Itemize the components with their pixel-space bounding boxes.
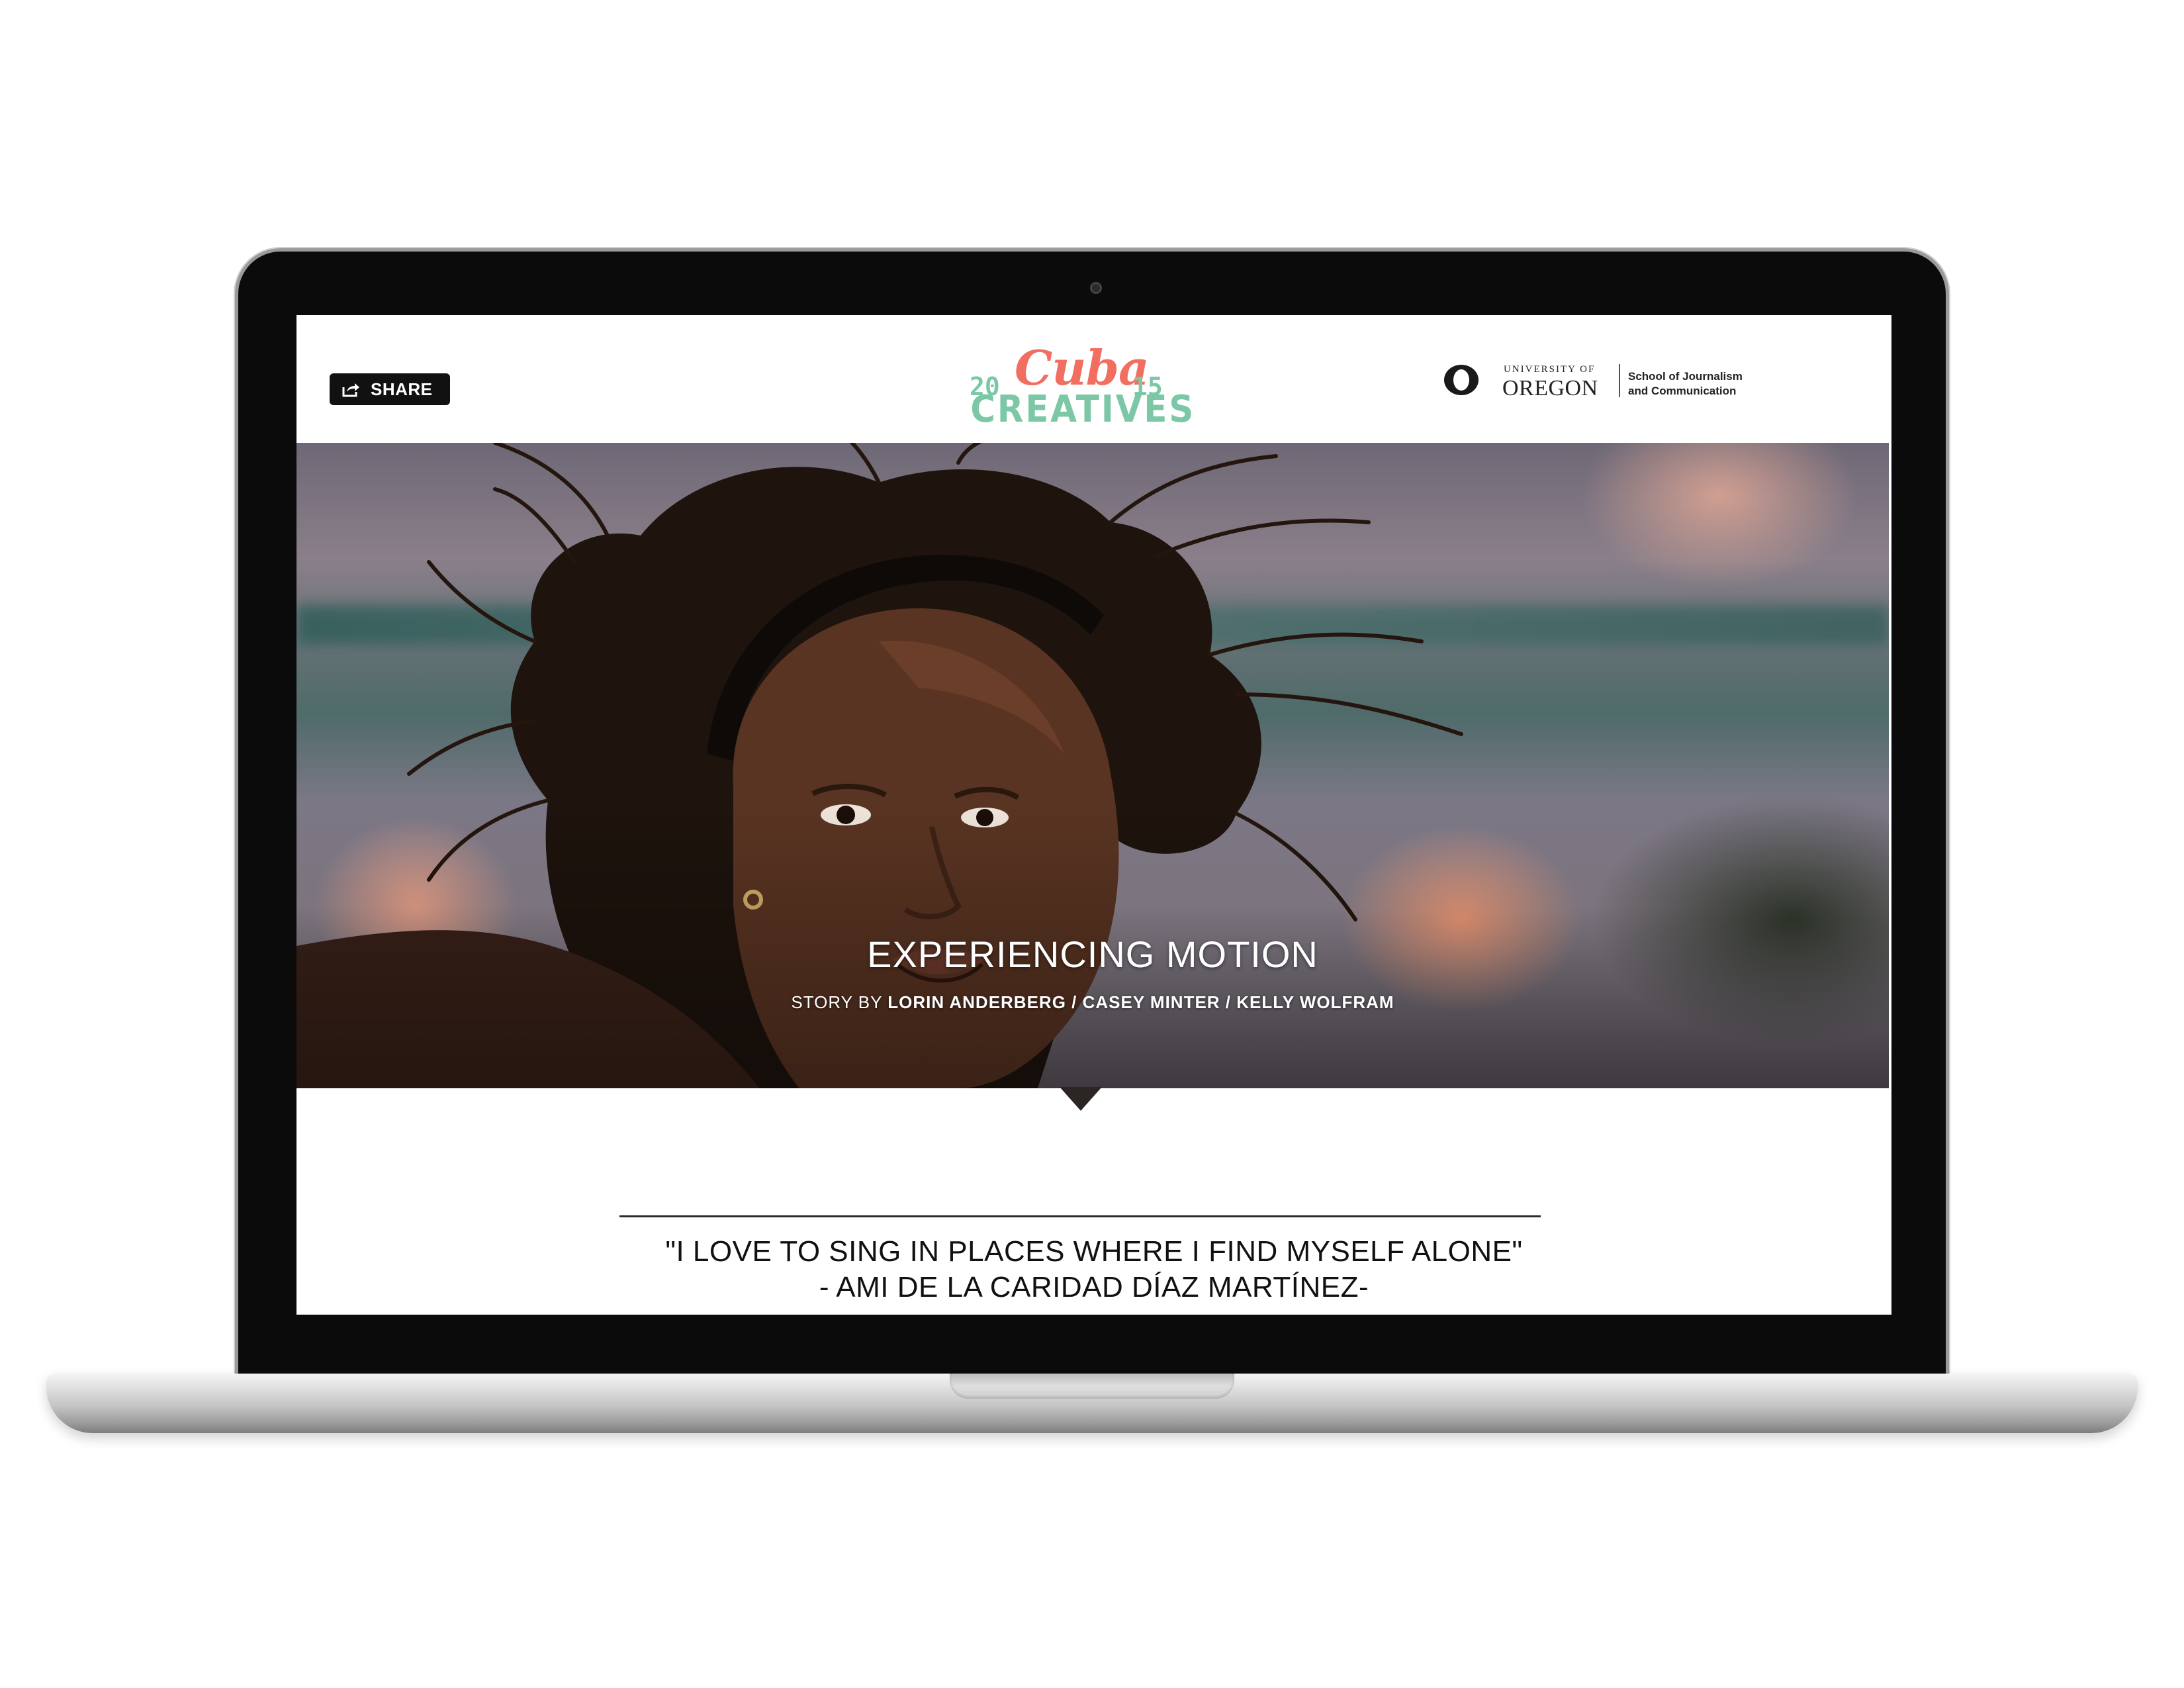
byline-authors: LORIN ANDERBERG / CASEY MINTER / KELLY W… xyxy=(887,992,1394,1012)
university-logo[interactable]: UNIVERSITY OF OREGON School of Journalis… xyxy=(1441,359,1786,405)
story-byline: STORY BY LORIN ANDERBERG / CASEY MINTER … xyxy=(296,992,1889,1013)
hero-gradient-overlay xyxy=(296,443,1889,1088)
pull-quote: "I LOVE TO SING IN PLACES WHERE I FIND M… xyxy=(296,1234,1891,1305)
university-name: OREGON xyxy=(1502,376,1598,400)
logo-script-word: Cuba xyxy=(1015,340,1150,396)
school-line-2: and Communication xyxy=(1628,385,1737,397)
story-title: EXPERIENCING MOTION xyxy=(867,933,1318,975)
university-of-label: UNIVERSITY OF xyxy=(1504,364,1596,375)
share-icon xyxy=(342,383,359,397)
webcam-icon xyxy=(1090,282,1102,294)
quote-divider xyxy=(619,1215,1541,1217)
cuba-creatives-logo[interactable]: 20 Cuba 15 CREATIVES xyxy=(962,335,1196,434)
hero-image: EXPERIENCING MOTION STORY BY LORIN ANDER… xyxy=(296,443,1889,1088)
school-name: School of Journalism and Communication xyxy=(1628,369,1743,399)
uo-o-icon xyxy=(1444,365,1479,395)
laptop-opening-notch xyxy=(950,1374,1234,1399)
browser-screen: SHARE 20 Cuba 15 CREATIVES UNIVERSITY OF… xyxy=(296,315,1891,1315)
site-header: SHARE 20 Cuba 15 CREATIVES UNIVERSITY OF… xyxy=(296,315,1891,443)
stage: SHARE 20 Cuba 15 CREATIVES UNIVERSITY OF… xyxy=(0,0,2184,1688)
quote-text: "I LOVE TO SING IN PLACES WHERE I FIND M… xyxy=(665,1235,1523,1268)
logo-divider xyxy=(1619,364,1620,397)
logo-word: CREATIVES xyxy=(970,388,1196,431)
school-line-1: School of Journalism xyxy=(1628,370,1743,383)
quote-attribution: - AMI DE LA CARIDAD DÍAZ MARTÍNEZ- xyxy=(819,1271,1369,1303)
byline-prefix: STORY BY xyxy=(791,992,888,1012)
share-button[interactable]: SHARE xyxy=(330,373,450,405)
hero-pointer-arrow xyxy=(1060,1087,1102,1111)
share-label: SHARE xyxy=(371,379,433,399)
